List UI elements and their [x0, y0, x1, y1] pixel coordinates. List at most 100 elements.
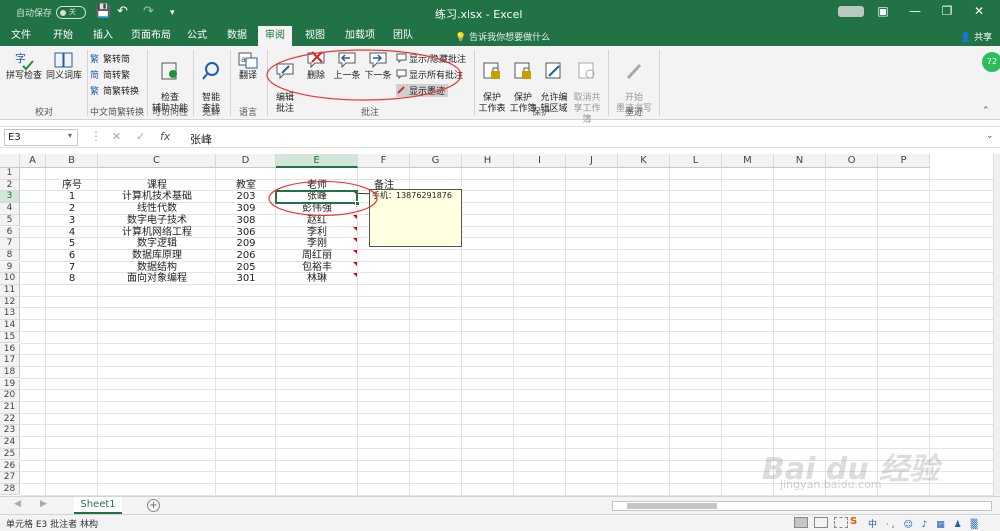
column-header-k[interactable]: K — [618, 154, 670, 168]
row-header-7[interactable]: 7 — [0, 238, 20, 250]
cancel-icon[interactable]: ✕ — [112, 130, 121, 143]
row-header-26[interactable]: 26 — [0, 460, 20, 472]
table-cell[interactable]: 计算机网络工程 — [98, 227, 216, 239]
table-cell[interactable]: 308 — [216, 215, 276, 227]
table-cell[interactable]: 209 — [216, 238, 276, 250]
header-cell[interactable]: 课程 — [98, 180, 216, 192]
row-header-2[interactable]: 2 — [0, 179, 20, 192]
formula-value[interactable]: 张峰 — [190, 131, 212, 147]
name-box[interactable]: E3 — [4, 129, 78, 146]
table-cell[interactable]: 面向对象编程 — [98, 273, 216, 285]
tab-review[interactable]: 审阅 — [258, 26, 292, 46]
row-header-11[interactable]: 11 — [0, 285, 20, 297]
tab-addins[interactable]: 加载项 — [338, 26, 382, 46]
thesaurus-button[interactable]: 同义词库 — [44, 50, 84, 82]
collapse-ribbon-icon[interactable]: ⌃ — [982, 106, 990, 116]
table-cell[interactable]: 203 — [216, 191, 276, 203]
tab-insert[interactable]: 插入 — [86, 26, 120, 46]
scrollbar-thumb[interactable] — [627, 503, 717, 509]
insert-function-icon[interactable]: fx — [160, 130, 170, 143]
scroll-right-icon[interactable]: ▶ — [40, 499, 47, 509]
table-cell[interactable]: 林琳 — [276, 273, 358, 285]
table-cell[interactable]: 数字逻辑 — [98, 238, 216, 250]
save-icon[interactable]: 💾 — [95, 4, 111, 19]
customize-qat-icon[interactable]: ▾ — [170, 8, 175, 18]
table-cell[interactable]: 301 — [216, 273, 276, 285]
column-header-c[interactable]: C — [98, 154, 216, 168]
table-cell[interactable]: 赵红 — [276, 215, 358, 227]
row-header-24[interactable]: 24 — [0, 437, 20, 449]
tell-me-search[interactable]: 💡 告诉我你想要做什么 — [455, 30, 550, 43]
scroll-left-icon[interactable]: ◀ — [14, 499, 21, 509]
table-cell[interactable]: 8 — [46, 273, 98, 285]
column-header-j[interactable]: J — [566, 154, 618, 168]
column-header-a[interactable]: A — [20, 154, 46, 168]
column-header-h[interactable]: H — [462, 154, 514, 168]
ribbon-display-icon[interactable]: ▣ — [868, 4, 898, 18]
row-header-3[interactable]: 3 — [0, 191, 20, 203]
table-cell[interactable]: 5 — [46, 238, 98, 250]
table-cell[interactable]: 309 — [216, 203, 276, 215]
page-break-view-icon[interactable] — [834, 517, 848, 528]
row-header-21[interactable]: 21 — [0, 402, 20, 414]
column-header-b[interactable]: B — [46, 154, 98, 168]
table-cell[interactable]: 7 — [46, 262, 98, 274]
row-header-17[interactable]: 17 — [0, 355, 20, 367]
table-cell[interactable]: 包裕丰 — [276, 262, 358, 274]
row-header-15[interactable]: 15 — [0, 331, 20, 344]
row-header-8[interactable]: 8 — [0, 249, 20, 262]
row-header-14[interactable]: 14 — [0, 320, 20, 332]
row-header-13[interactable]: 13 — [0, 308, 20, 320]
row-header-27[interactable]: 27 — [0, 472, 20, 484]
column-header-m[interactable]: M — [722, 154, 774, 168]
to-simplified-button[interactable]: 简简转繁 — [90, 68, 130, 81]
table-cell[interactable]: 4 — [46, 227, 98, 239]
row-header-12[interactable]: 12 — [0, 296, 20, 309]
row-header-16[interactable]: 16 — [0, 343, 20, 355]
table-cell[interactable]: 3 — [46, 215, 98, 227]
name-box-dropdown-icon[interactable]: ▾ — [68, 131, 72, 140]
row-header-25[interactable]: 25 — [0, 448, 20, 461]
table-cell[interactable]: 206 — [216, 250, 276, 262]
normal-view-icon[interactable] — [794, 517, 808, 528]
tab-view[interactable]: 视图 — [298, 26, 332, 46]
header-cell[interactable]: 序号 — [46, 180, 98, 192]
tab-page-layout[interactable]: 页面布局 — [126, 26, 176, 46]
fill-handle[interactable] — [355, 201, 360, 207]
translate-button[interactable]: a 翻译 — [232, 50, 264, 82]
add-sheet-icon[interactable]: + — [147, 499, 160, 512]
share-button[interactable]: 👤 共享 — [960, 30, 992, 43]
table-cell[interactable]: 数据结构 — [98, 262, 216, 274]
table-cell[interactable]: 2 — [46, 203, 98, 215]
tab-data[interactable]: 数据 — [220, 26, 254, 46]
table-cell[interactable]: 计算机技术基础 — [98, 191, 216, 203]
row-header-19[interactable]: 19 — [0, 378, 20, 391]
column-header-l[interactable]: L — [670, 154, 722, 168]
row-header-9[interactable]: 9 — [0, 261, 20, 274]
row-header-4[interactable]: 4 — [0, 203, 20, 215]
account-avatar[interactable] — [838, 6, 864, 17]
row-header-28[interactable]: 28 — [0, 483, 20, 496]
enter-icon[interactable]: ✓ — [136, 130, 145, 143]
tab-file[interactable]: 文件 — [4, 26, 38, 46]
spelling-button[interactable]: 字 拼写检查 — [4, 50, 44, 82]
column-header-n[interactable]: N — [774, 154, 826, 168]
column-header-p[interactable]: P — [878, 154, 930, 168]
ime-toolbar[interactable]: 中 ·, ☺ ♪ ▦ ♟ ▒ — [868, 517, 981, 530]
tab-formulas[interactable]: 公式 — [180, 26, 214, 46]
header-cell[interactable]: 教室 — [216, 180, 276, 192]
autosave-toggle[interactable]: 关 — [56, 6, 86, 19]
table-cell[interactable]: 6 — [46, 250, 98, 262]
table-cell[interactable]: 线性代数 — [98, 203, 216, 215]
sheet-tab-sheet1[interactable]: Sheet1 — [74, 497, 122, 514]
table-cell[interactable]: 李刚 — [276, 238, 358, 250]
row-header-20[interactable]: 20 — [0, 390, 20, 402]
vertical-scrollbar[interactable] — [993, 154, 1000, 496]
select-all-corner[interactable] — [0, 154, 20, 168]
column-header-f[interactable]: F — [358, 154, 410, 168]
column-header-e[interactable]: E — [276, 154, 358, 168]
table-cell[interactable]: 彭伟强 — [276, 203, 358, 215]
close-icon[interactable]: ✕ — [964, 4, 994, 18]
row-header-22[interactable]: 22 — [0, 413, 20, 426]
tab-team[interactable]: 团队 — [386, 26, 420, 46]
